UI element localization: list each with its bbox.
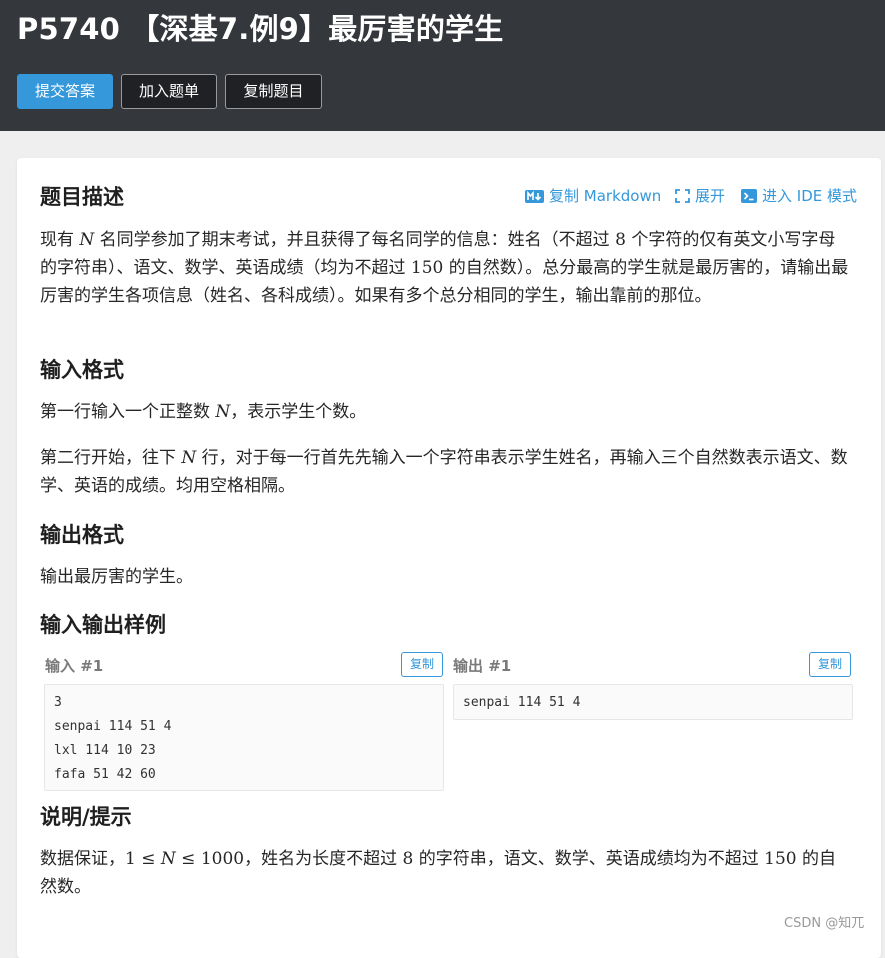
sample-input-block[interactable]: 3 senpai 114 51 4 lxl 114 10 23 fafa 51 42 … [44, 684, 444, 791]
expand-label: 展开 [695, 187, 726, 205]
description-heading: 题目描述 [40, 185, 124, 209]
copy-input-button[interactable]: 复制 [401, 652, 443, 677]
code-line: fafa 51 42 60 [54, 767, 156, 782]
output-format-text: 输出最厉害的学生。 [40, 567, 193, 587]
watermark: CSDN @知兀 [784, 916, 865, 931]
samples-heading: 输入输出样例 [40, 613, 166, 637]
output-format-heading: 输出格式 [40, 523, 124, 547]
ide-mode-link[interactable]: 进入 IDE 模式 [741, 185, 857, 207]
problem-title: P5740 【深基7.例9】最厉害的学生 [17, 12, 504, 46]
sample-input-label: 输入 #1 [45, 657, 104, 675]
copy-markdown-label: 复制 Markdown [549, 187, 662, 205]
code-line: lxl 114 10 23 [54, 743, 156, 758]
submit-button[interactable]: 提交答案 [17, 74, 113, 109]
code-line: senpai 114 51 4 [54, 719, 172, 734]
code-line: senpai 114 51 4 [463, 695, 581, 710]
sample-output-label: 输出 #1 [453, 657, 512, 675]
description-text: 现有 N 名同学参加了期末考试，并且获得了每名同学的信息：姓名（不超过 8 个字… [40, 230, 849, 306]
input-format-line-1: 第一行输入一个正整数 N，表示学生个数。 [40, 402, 367, 422]
hint-text: 数据保证，1 ≤ N ≤ 1000，姓名为长度不超过 8 的字符串，语文、数学、… [40, 849, 836, 897]
add-to-list-button[interactable]: 加入题单 [121, 74, 217, 109]
expand-link[interactable]: 展开 [675, 185, 725, 207]
problem-header: P5740 【深基7.例9】最厉害的学生 提交答案 加入题单 复制题目 [0, 0, 885, 131]
code-line: 3 [54, 695, 62, 710]
terminal-icon [741, 189, 757, 207]
ide-mode-label: 进入 IDE 模式 [762, 187, 857, 205]
hint-heading: 说明/提示 [40, 805, 132, 829]
markdown-icon [525, 189, 544, 207]
copy-problem-button[interactable]: 复制题目 [225, 74, 322, 109]
input-format-heading: 输入格式 [40, 358, 124, 382]
sample-output-block[interactable]: senpai 114 51 4 [453, 684, 853, 720]
copy-output-button[interactable]: 复制 [809, 652, 851, 677]
copy-markdown-link[interactable]: 复制 Markdown [525, 185, 661, 207]
input-format-line-2: 第二行开始，往下 N 行，对于每一行首先先输入一个字符串表示学生姓名，再输入三个… [40, 448, 848, 496]
expand-icon [675, 189, 690, 207]
